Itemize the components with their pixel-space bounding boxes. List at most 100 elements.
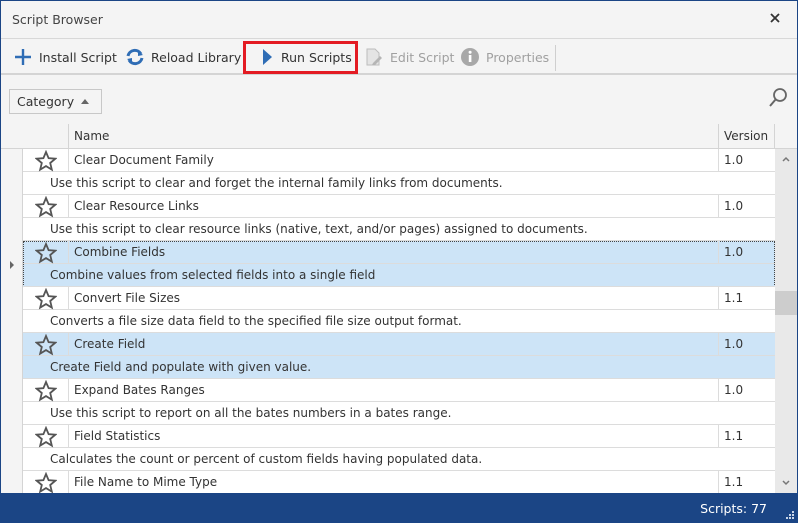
favorite-toggle[interactable]	[34, 333, 58, 356]
search-button[interactable]	[767, 87, 789, 112]
script-description: Combine values from selected fields into…	[23, 264, 775, 287]
reload-library-button[interactable]: Reload Library	[125, 39, 241, 75]
column-header-version-label: Version	[724, 129, 769, 143]
script-version: 1.0	[718, 379, 775, 402]
script-row[interactable]: Expand Bates Ranges 1.0 Use this script to…	[23, 379, 775, 425]
chevron-down-icon	[782, 480, 790, 486]
edit-script-button[interactable]: Edit Script	[364, 39, 454, 75]
script-name: File Name to Mime Type	[74, 475, 218, 489]
install-script-button[interactable]: Install Script	[13, 39, 117, 75]
scroll-up-button[interactable]	[775, 149, 797, 169]
properties-label: Properties	[486, 49, 550, 65]
chevron-up-icon	[782, 156, 790, 162]
script-row[interactable]: Combine Fields 1.0 Combine values from sel…	[23, 241, 775, 287]
search-icon	[769, 88, 787, 107]
script-version: 1.0	[718, 241, 775, 264]
column-header-name-label: Name	[74, 129, 110, 143]
run-scripts-button[interactable]: Run Scripts	[259, 39, 352, 75]
grid-rows: Clear Document Family 1.0 Use this script …	[23, 149, 775, 493]
current-row-indicator-icon	[10, 261, 14, 269]
row-indicator-column	[1, 124, 23, 493]
script-row[interactable]: Convert File Sizes 1.1 Converts a file siz…	[23, 287, 775, 333]
grid-header: Name Version	[1, 124, 797, 149]
toolbar-separator	[555, 45, 556, 71]
script-name: Field Statistics	[74, 429, 161, 443]
script-description: Create Field and populate with given val…	[23, 356, 775, 379]
script-description: Use this script to clear resource links …	[23, 218, 775, 241]
category-label: Category	[17, 94, 75, 109]
script-name: Clear Document Family	[74, 153, 214, 167]
script-row[interactable]: File Name to Mime Type 1.1	[23, 471, 775, 493]
favorite-toggle[interactable]	[34, 149, 58, 172]
script-row[interactable]: Field Statistics 1.1 Calculates the count …	[23, 425, 775, 471]
edit-document-icon	[366, 48, 382, 66]
script-row-main[interactable]: Clear Document Family 1.0	[23, 149, 775, 172]
star-icon	[34, 241, 58, 264]
script-browser-window: Script Browser Install Script Reload Lib…	[1, 1, 797, 522]
title-bar: Script Browser	[1, 1, 797, 38]
favorite-toggle[interactable]	[34, 287, 58, 310]
star-icon	[34, 195, 58, 218]
script-name: Expand Bates Ranges	[74, 383, 205, 397]
favorite-toggle[interactable]	[34, 241, 58, 264]
plus-icon	[15, 49, 31, 65]
script-name: Create Field	[74, 337, 146, 351]
script-name: Convert File Sizes	[74, 291, 181, 305]
close-button[interactable]	[767, 10, 783, 26]
column-header-favorite[interactable]	[23, 124, 69, 149]
scroll-thumb[interactable]	[775, 291, 797, 315]
star-icon	[34, 287, 58, 310]
run-scripts-label: Run Scripts	[281, 49, 352, 65]
script-row-main[interactable]: Expand Bates Ranges 1.0	[23, 379, 775, 402]
favorite-toggle[interactable]	[34, 379, 58, 402]
reload-library-label: Reload Library	[151, 49, 242, 65]
script-version: 1.1	[718, 287, 775, 310]
column-header-version[interactable]: Version	[719, 124, 775, 149]
filter-bar: Category	[1, 77, 797, 124]
script-row-main[interactable]: Combine Fields 1.0	[23, 241, 775, 264]
script-description: Use this script to report on all the bat…	[23, 402, 775, 425]
scripts-count: Scripts: 77	[700, 501, 767, 516]
properties-button[interactable]: Properties	[460, 39, 549, 75]
play-icon	[263, 49, 272, 65]
window-title: Script Browser	[12, 12, 103, 27]
vertical-scrollbar[interactable]	[775, 149, 797, 493]
favorite-toggle[interactable]	[34, 471, 58, 493]
status-bar: Scripts: 77	[1, 493, 797, 522]
info-icon	[461, 48, 479, 66]
script-row-main[interactable]: Clear Resource Links 1.0	[23, 195, 775, 218]
script-row-main[interactable]: Field Statistics 1.1	[23, 425, 775, 448]
category-group-button[interactable]: Category	[9, 89, 102, 114]
sort-ascending-icon	[81, 99, 89, 104]
scripts-grid: Name Version Clear Document Family 1.0 Use…	[1, 124, 797, 493]
script-version: 1.1	[718, 425, 775, 448]
toolbar: Install Script Reload Library Run Script…	[1, 38, 797, 75]
script-row[interactable]: Create Field 1.0 Create Field and populate…	[23, 333, 775, 379]
favorite-toggle[interactable]	[34, 195, 58, 218]
script-description: Use this script to clear and forget the …	[23, 172, 775, 195]
script-row[interactable]: Clear Resource Links 1.0 Use this script t…	[23, 195, 775, 241]
star-icon	[34, 379, 58, 402]
install-script-label: Install Script	[39, 49, 117, 65]
script-row-main[interactable]: File Name to Mime Type 1.1	[23, 471, 775, 493]
refresh-icon	[126, 48, 144, 66]
close-icon	[770, 13, 780, 23]
star-icon	[34, 149, 58, 172]
script-row-main[interactable]: Convert File Sizes 1.1	[23, 287, 775, 310]
script-description: Calculates the count or percent of custo…	[23, 448, 775, 471]
star-icon	[34, 425, 58, 448]
script-version: 1.0	[718, 333, 775, 356]
script-row[interactable]: Clear Document Family 1.0 Use this script …	[23, 149, 775, 195]
edit-script-label: Edit Script	[390, 49, 455, 65]
script-version: 1.0	[718, 195, 775, 218]
script-name: Clear Resource Links	[74, 199, 199, 213]
star-icon	[34, 333, 58, 356]
resize-grip-icon[interactable]	[786, 511, 794, 519]
script-description: Converts a file size data field to the s…	[23, 310, 775, 333]
star-icon	[34, 471, 58, 493]
scroll-down-button[interactable]	[775, 473, 797, 493]
column-header-name[interactable]: Name	[69, 124, 719, 149]
script-row-main[interactable]: Create Field 1.0	[23, 333, 775, 356]
script-version: 1.0	[718, 149, 775, 172]
favorite-toggle[interactable]	[34, 425, 58, 448]
